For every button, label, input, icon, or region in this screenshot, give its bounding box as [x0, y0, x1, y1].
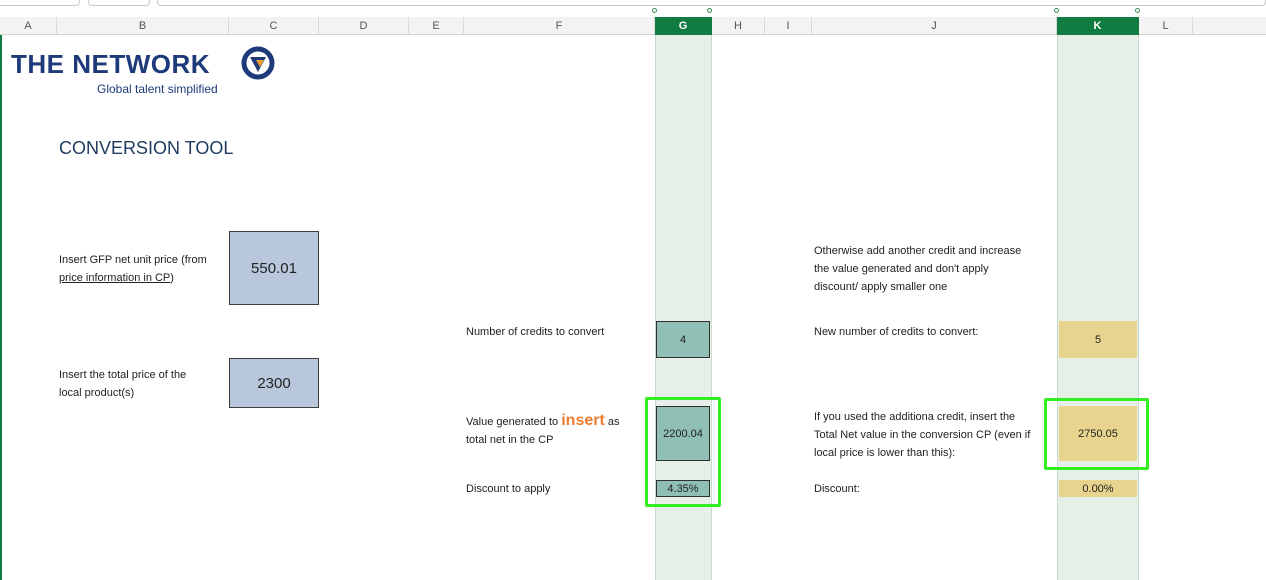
- discount-cell[interactable]: 0.00%: [1059, 480, 1137, 497]
- new-credits-cell[interactable]: 5: [1059, 321, 1137, 358]
- value-generated-text-a: Value generated to: [466, 416, 559, 428]
- column-header-f[interactable]: F: [464, 17, 655, 35]
- otherwise-note-line2: the value generated and don't apply: [814, 263, 989, 275]
- credits-value-cell[interactable]: 4: [656, 321, 710, 358]
- additional-credit-line2: Total Net value in the conversion CP (ev…: [814, 429, 1031, 441]
- column-header-l[interactable]: L: [1139, 17, 1193, 35]
- local-price-label: Insert the total price of the local prod…: [59, 366, 229, 402]
- column-header-b[interactable]: B: [57, 17, 229, 35]
- logo-title: THE NETWORK: [11, 49, 211, 79]
- credits-label: Number of credits to convert: [466, 326, 605, 338]
- additional-credit-label: If you used the additiona credit, insert…: [814, 408, 1059, 462]
- column-header-i[interactable]: I: [765, 17, 812, 35]
- value-generated-line2: total net in the CP: [466, 434, 554, 446]
- gfp-price-label-line1: Insert GFP net unit price (from: [59, 254, 207, 266]
- additional-credit-line3: local price is lower than this):: [814, 447, 956, 459]
- selection-handle-g-right[interactable]: [707, 8, 712, 13]
- otherwise-note-line1: Otherwise add another credit and increas…: [814, 245, 1022, 257]
- formula-bar-strip: [0, 0, 1266, 17]
- column-header-h[interactable]: H: [712, 17, 765, 35]
- logo-tagline: Global talent simplified: [97, 82, 218, 96]
- local-price-label-line1: Insert the total price of the: [59, 369, 187, 381]
- column-header-j[interactable]: J: [812, 17, 1057, 35]
- gfp-price-input[interactable]: 550.01: [229, 231, 319, 305]
- column-header-d[interactable]: D: [319, 17, 409, 35]
- network-globe-icon: [241, 46, 275, 80]
- highlight-box-additional-value: [1044, 398, 1149, 470]
- value-generated-text-b: as: [607, 416, 620, 428]
- column-k-selection: [1057, 35, 1139, 580]
- otherwise-note: Otherwise add another credit and increas…: [814, 242, 1059, 296]
- otherwise-note-line3: discount/ apply smaller one: [814, 281, 948, 293]
- selection-handle-k-right[interactable]: [1135, 8, 1140, 13]
- gfp-price-label-paren: ): [170, 272, 174, 284]
- name-box[interactable]: [0, 0, 80, 6]
- column-header-g[interactable]: G: [655, 17, 712, 35]
- column-header-e[interactable]: E: [409, 17, 464, 35]
- selection-handle-g-left[interactable]: [652, 8, 657, 13]
- formula-input[interactable]: [157, 0, 1266, 6]
- column-header-c[interactable]: C: [229, 17, 319, 35]
- column-header-k[interactable]: K: [1057, 17, 1139, 35]
- local-price-input[interactable]: 2300: [229, 358, 319, 408]
- new-credits-label: New number of credits to convert:: [814, 326, 979, 338]
- column-header-row: A B C D E F G H I J K L: [0, 17, 1266, 35]
- formula-controls[interactable]: [88, 0, 150, 6]
- gfp-price-label: Insert GFP net unit price (from price in…: [59, 251, 229, 287]
- discount-apply-label: Discount to apply: [466, 483, 551, 495]
- gfp-price-label-line2: price information in CP): [59, 269, 229, 287]
- grid-left-edge: [0, 35, 2, 580]
- value-generated-line1: Value generated to insert as: [466, 412, 651, 431]
- selection-handle-k-left[interactable]: [1054, 8, 1059, 13]
- discount-label: Discount:: [814, 483, 860, 495]
- value-generated-label: Value generated to insert as total net i…: [466, 412, 651, 449]
- insert-emphasis: insert: [561, 412, 605, 429]
- highlight-box-value-discount: [645, 397, 721, 507]
- additional-credit-line1: If you used the additiona credit, insert…: [814, 411, 1016, 423]
- price-information-link[interactable]: price information in CP: [59, 272, 170, 284]
- local-price-label-line2: local product(s): [59, 387, 135, 399]
- page-title: CONVERSION TOOL: [59, 138, 234, 158]
- column-header-a[interactable]: A: [0, 17, 57, 35]
